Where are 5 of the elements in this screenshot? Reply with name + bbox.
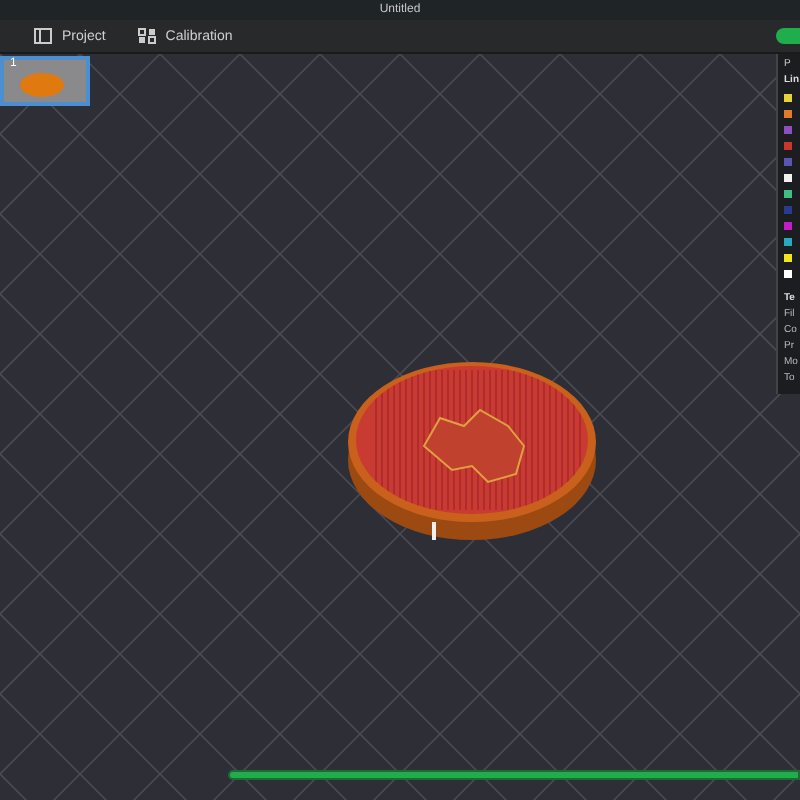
grid-icon [137, 28, 156, 44]
slice-button[interactable] [776, 28, 800, 44]
model-thumbnail-icon [18, 72, 66, 98]
layer-slider-bar[interactable] [228, 770, 800, 780]
layout-icon [34, 28, 52, 44]
